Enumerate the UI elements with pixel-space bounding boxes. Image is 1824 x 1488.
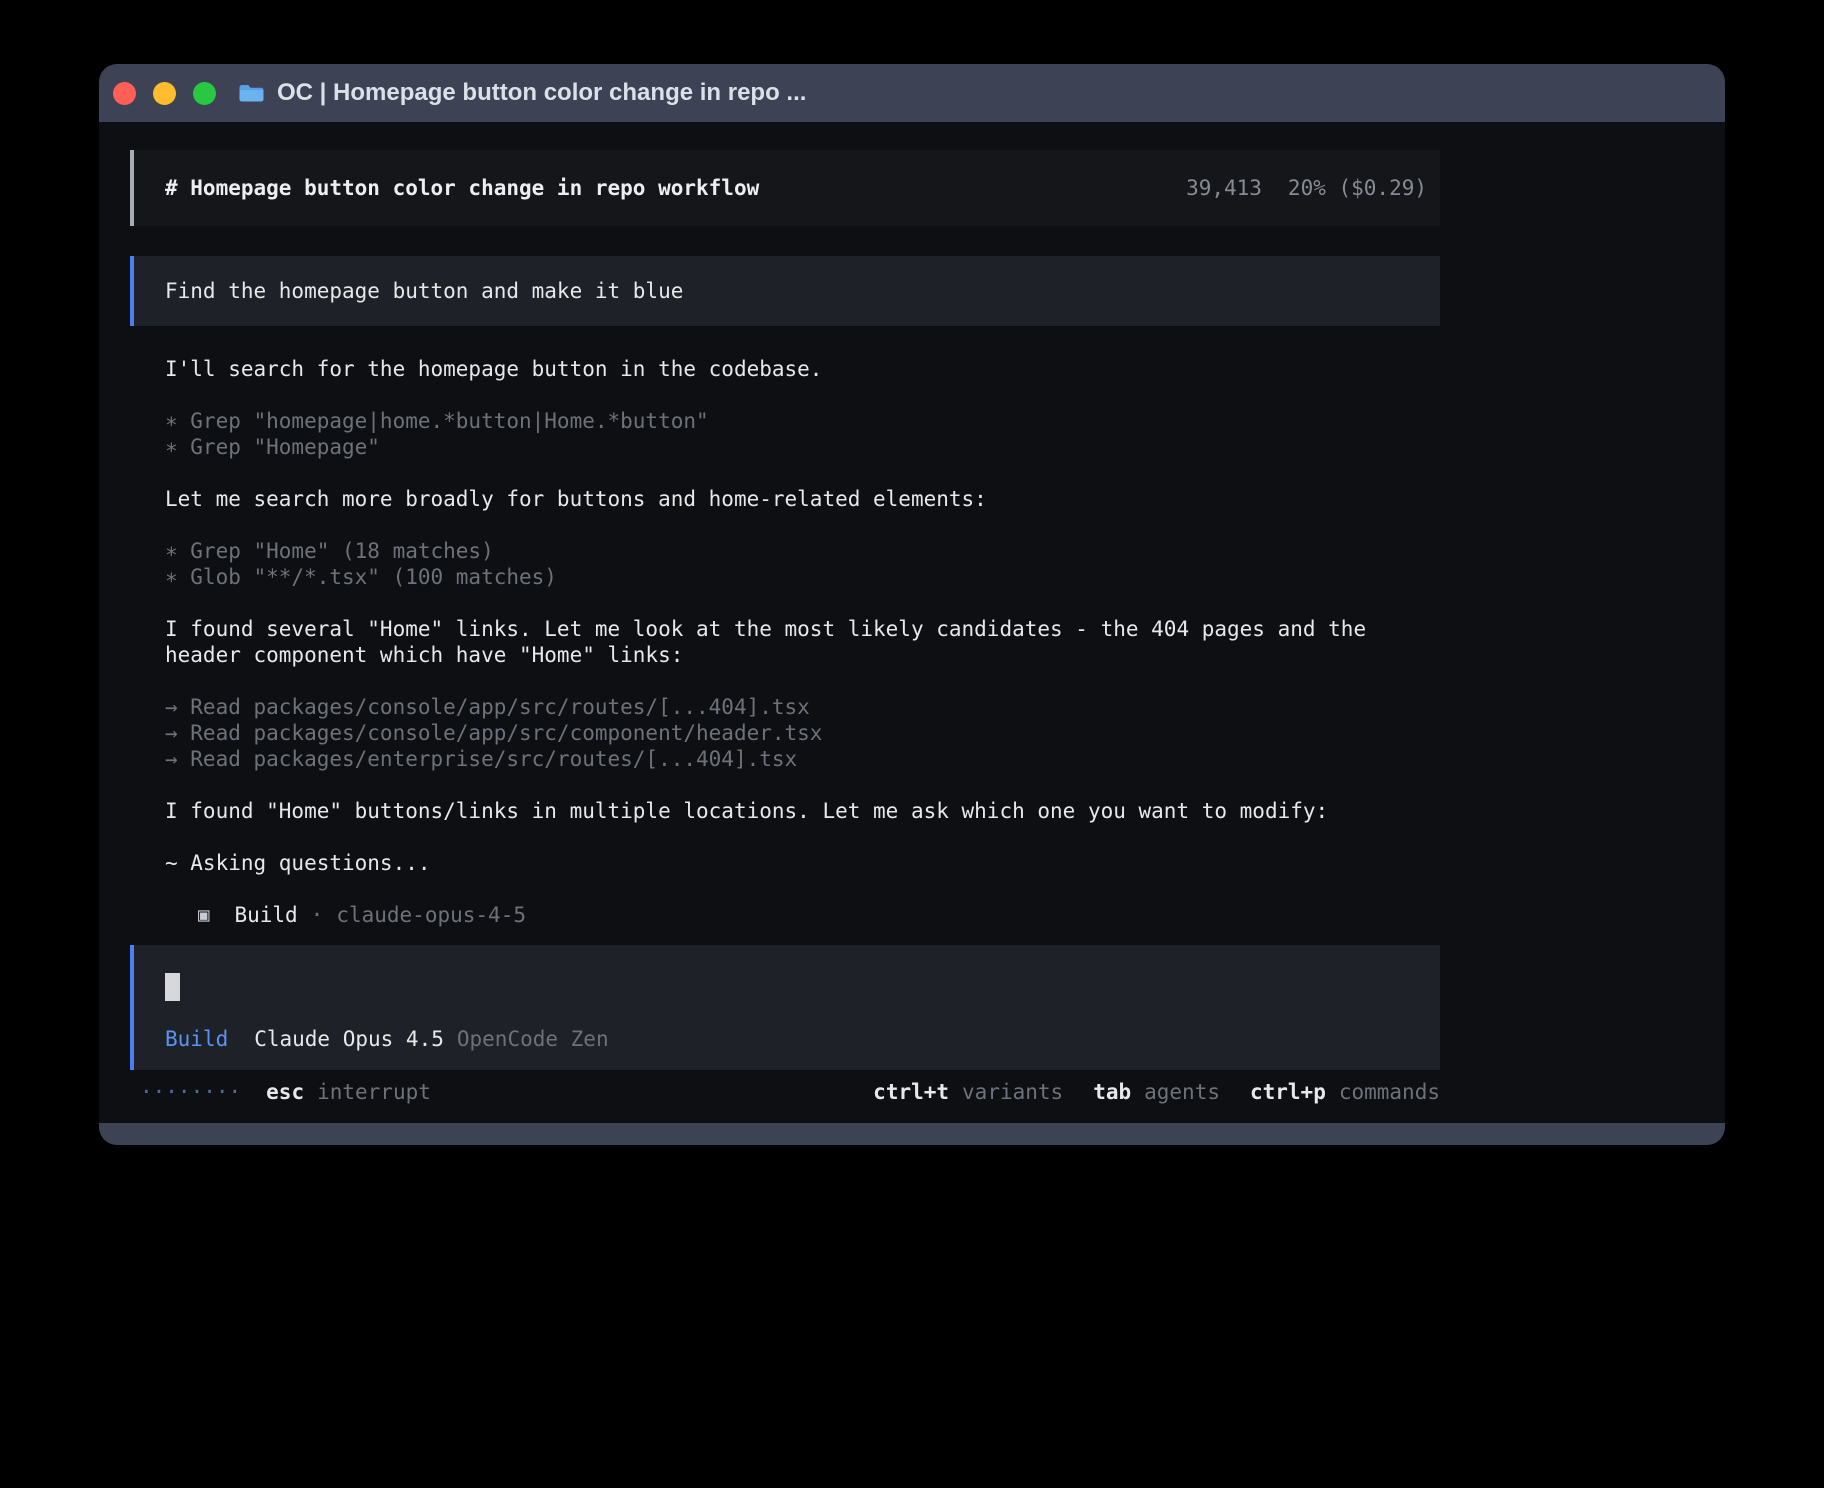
status-right: ctrl+t variants tab agents ctrl+p commands (873, 1079, 1440, 1105)
tool-call-read: → Read packages/console/app/src/routes/[… (165, 694, 1413, 720)
traffic-lights (113, 82, 216, 105)
variants-label: variants (962, 1080, 1063, 1104)
agent-icon: ▣ (198, 902, 209, 928)
commands-hint: ctrl+p commands (1250, 1079, 1440, 1105)
status-bar: ········ esc interrupt ctrl+t variants ta… (130, 1079, 1440, 1105)
assistant-text: I found "Home" buttons/links in multiple… (165, 798, 1413, 824)
input-meta: Build Claude Opus 4.5 OpenCode Zen (165, 1026, 1409, 1052)
terminal-content: # Homepage button color change in repo w… (99, 122, 1725, 1123)
context-usage: 20% ($0.29) (1288, 176, 1427, 200)
assistant-text: I found several "Home" links. Let me loo… (165, 616, 1413, 668)
agent-model: claude-opus-4-5 (336, 902, 526, 928)
provider-label: OpenCode Zen (457, 1027, 609, 1051)
agent-separator: · (311, 902, 324, 928)
window-titlebar[interactable]: OC | Homepage button color change in rep… (99, 64, 1725, 122)
session-stats: 39,413 20% ($0.29) (1186, 176, 1427, 200)
session-header: # Homepage button color change in repo w… (130, 150, 1440, 226)
token-count: 39,413 (1186, 176, 1262, 200)
agent-status-line: ▣ Build · claude-opus-4-5 (165, 902, 1725, 928)
spinner-dots: ········ (140, 1079, 241, 1105)
asking-status: ~ Asking questions... (165, 850, 1413, 876)
variants-hint: ctrl+t variants (873, 1079, 1063, 1105)
prompt-input[interactable]: Build Claude Opus 4.5 OpenCode Zen (130, 945, 1440, 1070)
mode-label: Build (165, 1027, 228, 1051)
model-label: Claude Opus 4.5 (254, 1027, 444, 1051)
window-title: OC | Homepage button color change in rep… (277, 79, 806, 107)
folder-icon (238, 83, 265, 104)
window-footer (99, 1123, 1725, 1145)
tool-call-read: → Read packages/console/app/src/componen… (165, 720, 1413, 746)
tool-call-grep: ∗ Grep "Home" (18 matches) (165, 538, 1413, 564)
commands-label: commands (1339, 1080, 1440, 1104)
esc-key: esc (266, 1079, 304, 1105)
agents-hint: tab agents (1093, 1079, 1220, 1105)
user-message-text: Find the homepage button and make it blu… (165, 279, 683, 303)
tool-call-grep: ∗ Grep "Homepage" (165, 434, 1413, 460)
text-cursor (165, 973, 180, 1001)
assistant-text: Let me search more broadly for buttons a… (165, 486, 1413, 512)
zoom-button[interactable] (193, 82, 216, 105)
transcript: I'll search for the homepage button in t… (165, 356, 1725, 945)
close-button[interactable] (113, 82, 136, 105)
agent-name: Build (234, 902, 297, 928)
tool-call-grep: ∗ Grep "homepage|home.*button|Home.*butt… (165, 408, 1413, 434)
user-message: Find the homepage button and make it blu… (130, 256, 1440, 326)
ctrl-p-key: ctrl+p (1250, 1080, 1326, 1104)
interrupt-label: interrupt (317, 1079, 431, 1105)
assistant-text: I'll search for the homepage button in t… (165, 356, 1413, 382)
tool-call-read: → Read packages/enterprise/src/routes/[.… (165, 746, 1413, 772)
terminal-window: OC | Homepage button color change in rep… (99, 64, 1725, 1145)
agents-label: agents (1144, 1080, 1220, 1104)
session-title: # Homepage button color change in repo w… (165, 176, 759, 200)
ctrl-t-key: ctrl+t (873, 1080, 949, 1104)
minimize-button[interactable] (153, 82, 176, 105)
tool-call-glob: ∗ Glob "**/*.tsx" (100 matches) (165, 564, 1413, 590)
status-left: ········ esc interrupt (130, 1079, 431, 1105)
tab-key: tab (1093, 1080, 1131, 1104)
